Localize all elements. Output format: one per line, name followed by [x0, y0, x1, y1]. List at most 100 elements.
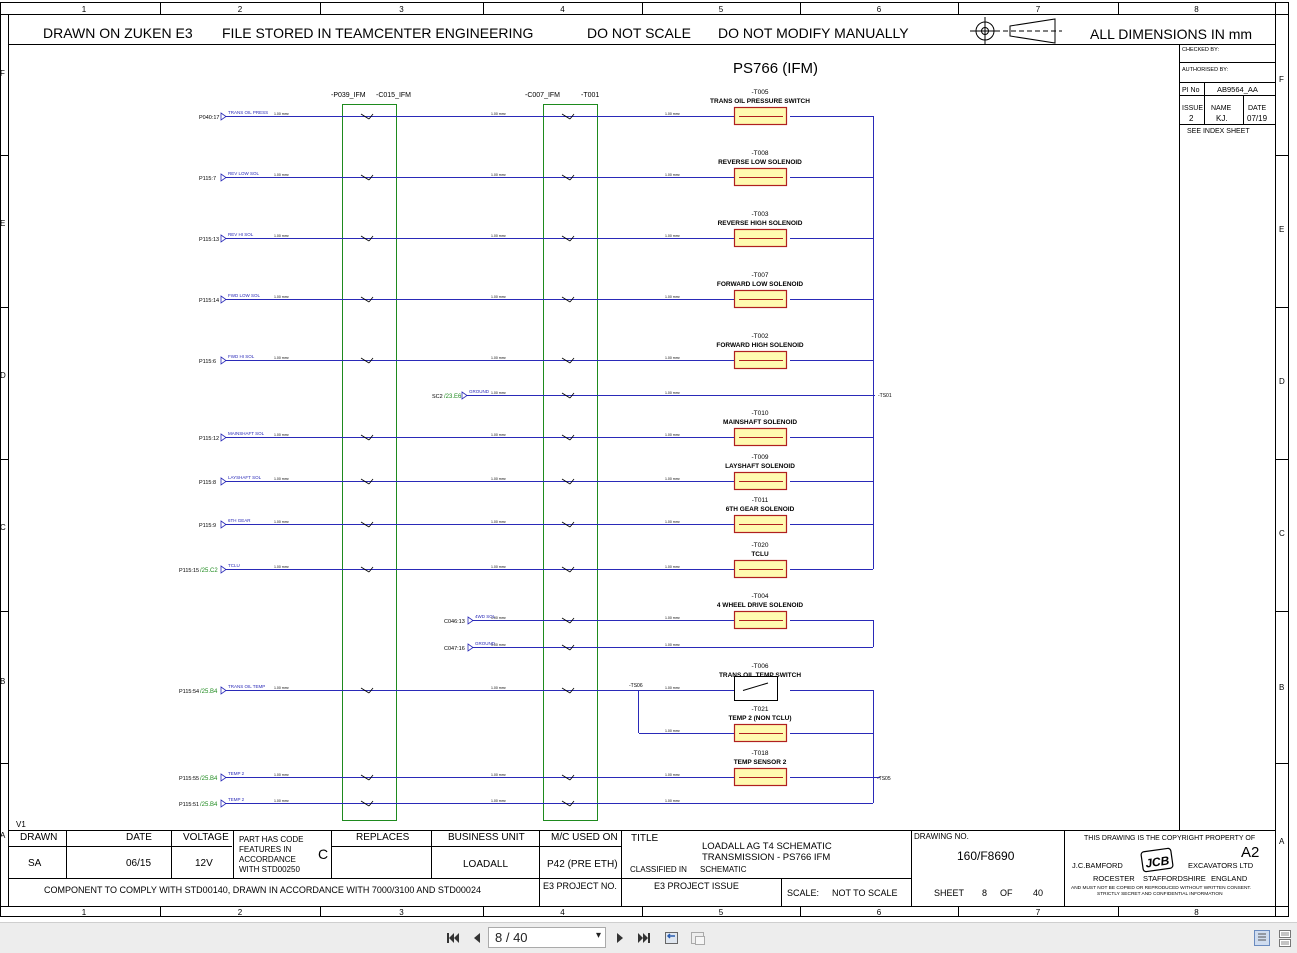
wire-size-label: 1.00 mm² [665, 520, 681, 524]
wire-size-label: 1.00 mm² [274, 234, 290, 238]
wire-size-label: 1.00 mm² [665, 686, 681, 690]
projection-symbol-icon [970, 17, 1062, 45]
circuit-row: P115:15/25.C2 TCLU 1.00 mm² 1.00 mm² 1.00 mm… [179, 542, 873, 579]
component-id: -T006 [752, 663, 769, 670]
first-page-button[interactable] [444, 928, 462, 948]
go-forward-button[interactable] [688, 928, 708, 948]
source-label: SC2 [432, 394, 443, 400]
page-selector[interactable]: 8 / 40 ▾ [488, 927, 606, 948]
function-label: FWD HI SOL [228, 354, 255, 359]
circuit-row: P115:54/25.B4 TRANS OIL TEMP 1.00 mm² 1.00 … [179, 663, 873, 701]
circuit-row: P115:12 MAINSHAFT SOL 1.00 mm² 1.00 mm² 1.00… [199, 410, 873, 447]
voltage-value: 12V [195, 858, 213, 869]
function-label: TCLU [228, 563, 240, 568]
wire-size-label: 1.00 mm² [665, 643, 681, 647]
splice-label: -TS01 [878, 393, 892, 399]
next-page-button[interactable] [611, 928, 629, 948]
wire-size-label: 1.00 mm² [491, 477, 507, 481]
last-page-button[interactable] [635, 928, 653, 948]
wire-size-label: 1.00 mm² [274, 356, 290, 360]
single-page-icon [1254, 930, 1270, 946]
wire-size-label: 1.00 mm² [491, 173, 507, 177]
grid-column-label: 6 [877, 5, 882, 14]
grid-column-label: 5 [719, 5, 724, 14]
part-code-line-4: WITH STD00250 [239, 865, 300, 874]
part-code-line-2: FEATURES IN [239, 845, 292, 854]
drawing-no-label: DRAWING NO. [914, 832, 969, 841]
grid-row-label: C [0, 523, 6, 532]
grid-row-label: E [1279, 225, 1284, 234]
circuit-row: P115:51/25.B4 TEMP 2 1.00 mm² 1.00 mm² 1.00 … [179, 797, 733, 808]
wire-size-label: 1.00 mm² [274, 295, 290, 299]
cross-reference-link[interactable]: /25.C2 [200, 568, 218, 574]
e3-project-issue-label: E3 PROJECT ISSUE [654, 881, 739, 891]
grid-row-label: A [1279, 837, 1285, 846]
source-label: P115:6 [199, 359, 216, 365]
circuit-row: P115:8 LAYSHAFT SOL 1.00 mm² 1.00 mm² 1.00 m… [199, 454, 873, 491]
source-label: P115:8 [199, 480, 216, 486]
source-label: C046:13 [444, 619, 465, 625]
company-name-right: EXCAVATORS LTD [1188, 861, 1254, 870]
confidential-notice-1: AND MUST NOT BE COPIED OR REPRODUCED WIT… [1071, 885, 1251, 891]
grid-row-label: B [1279, 683, 1284, 692]
go-back-button[interactable] [662, 928, 682, 948]
classified-label: CLASSIFIED IN [630, 865, 687, 874]
component-name: REVERSE HIGH SOLENOID [718, 220, 803, 227]
circuit-row: P115:55/25.B4 TEMP 2 1.00 mm² 1.00 mm² 1.00 … [179, 750, 873, 787]
of-label: OF [1000, 888, 1013, 898]
component-id: -T020 [752, 542, 769, 549]
component-name: TCLU [751, 551, 769, 558]
grid-column-label: 4 [560, 908, 565, 917]
component-id: -T007 [752, 272, 769, 279]
date-value: 06/15 [126, 858, 151, 869]
circuit-row: P115:13 REV HI SOL 1.00 mm² 1.00 mm² 1.00 mm… [199, 211, 873, 248]
go-forward-icon [691, 932, 705, 945]
component-id: -T002 [752, 333, 769, 340]
version-label: V1 [16, 820, 26, 829]
circuit-row: P115:14 FWD LOW SOL 1.00 mm² 1.00 mm² 1.00 m… [199, 272, 873, 309]
grid-column-label: 1 [82, 5, 87, 14]
classified-value: SCHEMATIC [700, 865, 747, 874]
component-id: -T021 [752, 706, 769, 713]
source-label: P040:17 [199, 115, 220, 121]
component-id: -T003 [752, 211, 769, 218]
see-index-sheet: SEE INDEX SHEET [1187, 128, 1250, 135]
component-id: -T010 [752, 410, 769, 417]
wire-size-label: 1.00 mm² [665, 356, 681, 360]
code-letter: C [318, 846, 328, 862]
wire-size-label: 1.00 mm² [274, 686, 290, 690]
cross-reference-link[interactable]: /25.B4 [200, 802, 218, 808]
cross-reference-link[interactable]: /23.E6 [444, 394, 462, 400]
header-dimensions: ALL DIMENSIONS IN mm [1090, 26, 1252, 42]
function-label: FWD LOW SOL [228, 293, 260, 298]
jcb-logo: JCB [1140, 847, 1174, 873]
connector-label-c015: -C015_IFM [376, 92, 411, 99]
source-label: P115:54 [179, 689, 199, 695]
circuit-row: C047:16GROUND1.00 mm² 1.00 mm² [444, 641, 733, 652]
connector-label-p039: -P039_IFM [331, 92, 366, 99]
grid-row-label: D [1279, 377, 1285, 386]
source-label: P115:51 [179, 802, 199, 808]
continuous-view-button[interactable] [1276, 928, 1294, 948]
previous-page-button[interactable] [468, 928, 486, 948]
grid-row-label: F [0, 69, 5, 78]
scale-value: NOT TO SCALE [832, 888, 898, 898]
wire-size-label: 1.00 mm² [491, 391, 507, 395]
grid-row-label: D [0, 371, 6, 380]
cross-reference-link[interactable]: /25.B4 [200, 776, 218, 782]
grid-row-label: E [0, 219, 5, 228]
single-page-view-button[interactable] [1252, 928, 1272, 948]
wire-size-label: 1.00 mm² [491, 686, 507, 690]
source-label: P115:14 [199, 298, 219, 304]
address-3: ENGLAND [1211, 874, 1248, 883]
cross-reference-link[interactable]: /25.B4 [200, 689, 218, 695]
copyright-note: THIS DRAWING IS THE COPYRIGHT PROPERTY O… [1084, 835, 1255, 842]
drawn-label: DRAWN [20, 832, 57, 843]
connector-block-c015 [342, 104, 397, 821]
header-do-not-scale: DO NOT SCALE [587, 25, 691, 41]
component-name: FORWARD LOW SOLENOID [717, 281, 803, 288]
date-value-side: 07/19 [1247, 114, 1268, 123]
title-line-2: TRANSMISSION - PS766 IFM [702, 852, 830, 863]
issue-label: ISSUE [1182, 105, 1203, 112]
address-1: ROCESTER [1093, 874, 1135, 883]
